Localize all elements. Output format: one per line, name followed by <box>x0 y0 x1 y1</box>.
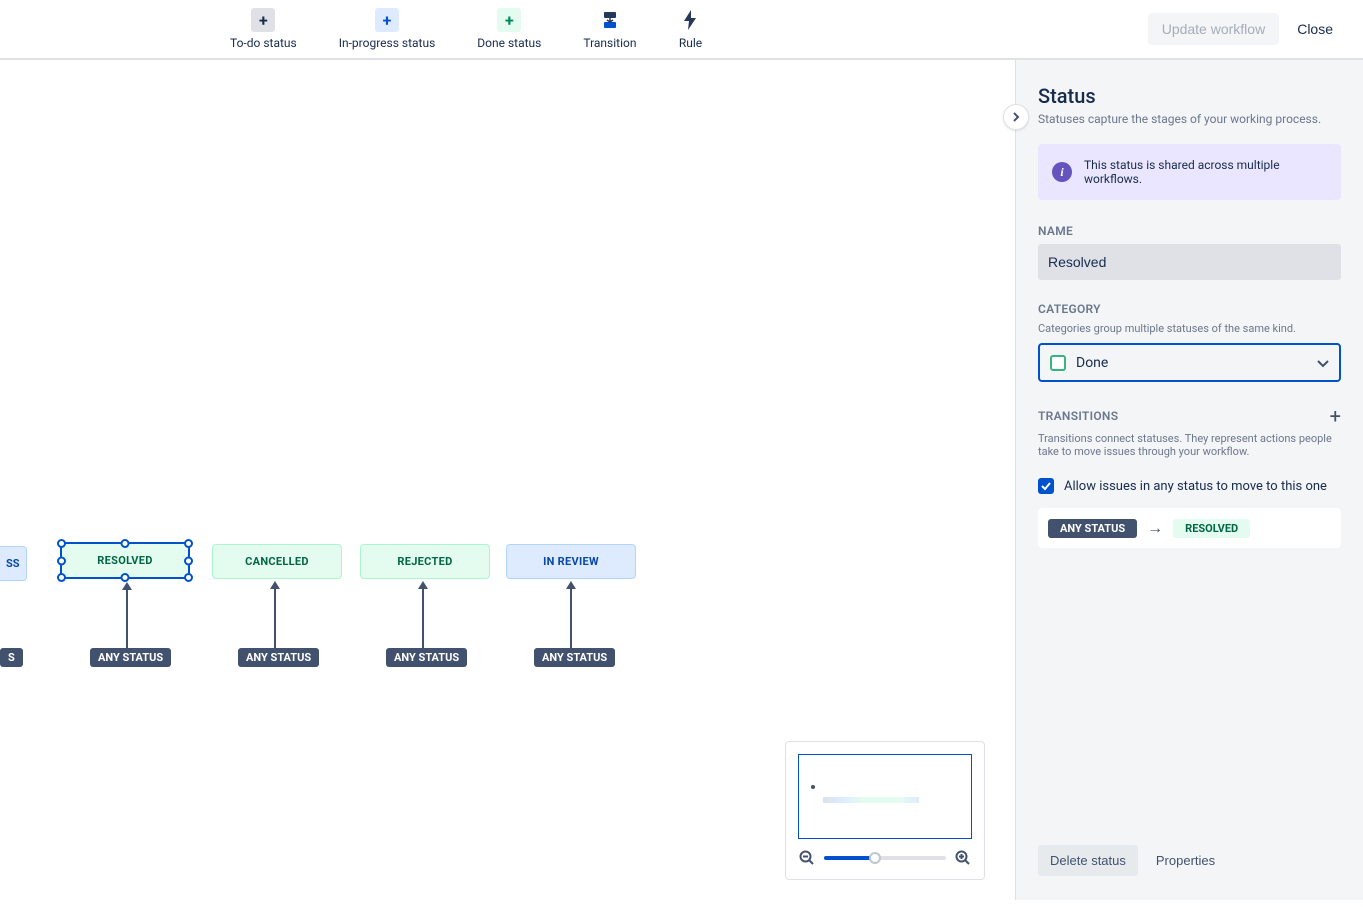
status-label: RESOLVED <box>97 554 152 567</box>
arrow-icon <box>566 581 576 589</box>
check-icon <box>1041 481 1051 491</box>
allow-any-status-checkbox[interactable] <box>1038 478 1054 494</box>
category-help: Categories group multiple statuses of th… <box>1038 322 1341 335</box>
resize-handle[interactable] <box>121 573 130 582</box>
plus-icon: + <box>251 8 275 32</box>
arrow-icon <box>270 581 280 589</box>
resize-handle[interactable] <box>184 539 193 548</box>
status-detail-panel: Status Statuses capture the stages of yo… <box>1015 60 1363 900</box>
transition-icon <box>598 8 622 32</box>
done-swatch-icon <box>1050 355 1066 371</box>
zoom-thumb[interactable] <box>869 852 881 864</box>
workflow-canvas[interactable]: SS S RESOLVED ANY STATUS CANCELLED ANY S… <box>0 60 1015 900</box>
add-transition-button[interactable]: Transition <box>583 8 636 50</box>
resize-handle[interactable] <box>121 539 130 548</box>
status-node-rejected[interactable]: REJECTED <box>360 544 490 579</box>
transition-line <box>126 590 128 648</box>
select-value: Done <box>1076 355 1307 371</box>
close-button[interactable]: Close <box>1287 13 1343 45</box>
toolbar-label: In-progress status <box>339 36 436 50</box>
info-icon: i <box>1052 162 1072 182</box>
toolbar-label: Transition <box>583 36 636 50</box>
plus-icon: + <box>497 8 521 32</box>
resize-handle[interactable] <box>57 556 66 565</box>
lightning-icon <box>678 8 702 32</box>
delete-status-button[interactable]: Delete status <box>1038 845 1138 876</box>
toolbar-left: + To-do status + In-progress status + Do… <box>230 8 702 50</box>
toolbar-label: Done status <box>477 36 541 50</box>
add-done-status-button[interactable]: + Done status <box>477 8 541 50</box>
toolbar-label: To-do status <box>230 36 297 50</box>
resize-handle[interactable] <box>184 556 193 565</box>
properties-button[interactable]: Properties <box>1144 845 1227 876</box>
transition-line <box>422 589 424 648</box>
any-status-label[interactable]: ANY STATUS <box>534 648 615 667</box>
add-rule-button[interactable]: Rule <box>678 8 702 50</box>
status-node-resolved[interactable]: RESOLVED <box>60 542 190 579</box>
chevron-down-icon <box>1317 353 1329 372</box>
update-workflow-button: Update workflow <box>1148 13 1280 45</box>
transition-to-badge: RESOLVED <box>1173 519 1250 538</box>
toolbar-label: Rule <box>679 36 702 50</box>
transitions-help: Transitions connect statuses. They repre… <box>1038 432 1341 458</box>
panel-title: Status <box>1038 84 1341 108</box>
status-node-cancelled[interactable]: CANCELLED <box>212 544 342 579</box>
arrow-icon <box>418 581 428 589</box>
banner-text: This status is shared across multiple wo… <box>1084 158 1327 186</box>
plus-icon: + <box>375 8 399 32</box>
name-label: NAME <box>1038 224 1341 238</box>
zoom-out-icon[interactable] <box>798 849 816 867</box>
resize-handle[interactable] <box>57 573 66 582</box>
category-select[interactable]: Done <box>1038 343 1341 382</box>
any-status-label[interactable]: ANY STATUS <box>238 648 319 667</box>
resize-handle[interactable] <box>57 539 66 548</box>
transition-line <box>570 589 572 648</box>
panel-subtitle: Statuses capture the stages of your work… <box>1038 112 1341 126</box>
any-status-label[interactable]: ANY STATUS <box>386 648 467 667</box>
collapse-panel-button[interactable] <box>1003 104 1029 130</box>
add-todo-status-button[interactable]: + To-do status <box>230 8 297 50</box>
add-inprogress-status-button[interactable]: + In-progress status <box>339 8 436 50</box>
arrow-right-icon: → <box>1147 518 1163 538</box>
resize-handle[interactable] <box>184 573 193 582</box>
minimap-content <box>823 797 919 803</box>
chevron-right-icon <box>1011 112 1021 122</box>
checkbox-label: Allow issues in any status to move to th… <box>1064 479 1327 494</box>
any-status-label: S <box>0 648 23 667</box>
zoom-slider[interactable] <box>824 856 946 860</box>
status-name-input[interactable] <box>1038 244 1341 280</box>
transition-row[interactable]: ANY STATUS → RESOLVED <box>1038 508 1341 548</box>
transition-line <box>274 589 276 648</box>
minimap[interactable] <box>785 741 985 880</box>
status-node-partial[interactable]: SS <box>0 546 27 581</box>
status-node-inreview[interactable]: IN REVIEW <box>506 544 636 579</box>
toolbar-right: Update workflow Close <box>1148 13 1343 45</box>
any-status-label[interactable]: ANY STATUS <box>90 648 171 667</box>
minimap-dot <box>811 785 815 789</box>
info-banner: i This status is shared across multiple … <box>1038 144 1341 200</box>
transitions-label: TRANSITIONS <box>1038 409 1118 423</box>
minimap-viewport[interactable] <box>798 754 972 839</box>
arrow-icon <box>122 582 132 590</box>
zoom-in-icon[interactable] <box>954 849 972 867</box>
add-transition-button[interactable]: + <box>1330 406 1341 426</box>
category-label: CATEGORY <box>1038 302 1341 316</box>
transition-from-badge: ANY STATUS <box>1048 519 1137 538</box>
